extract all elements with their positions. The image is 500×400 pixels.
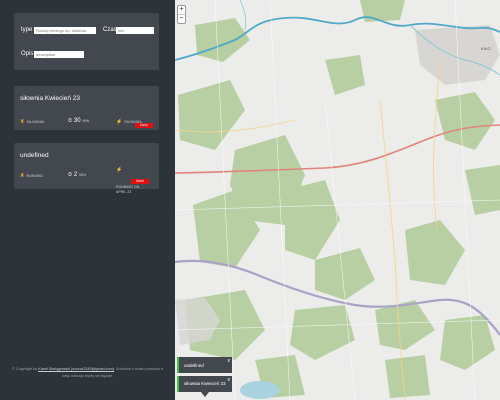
popup-text: siłownia Kwiecień 23 — [184, 381, 226, 386]
delete-workout-button[interactable]: Usuń — [135, 123, 153, 128]
map-tiles: KIKO — [175, 0, 500, 400]
workout-duration: ⏱ 30 MIN — [68, 117, 90, 124]
popup-close-button[interactable]: x — [228, 377, 231, 383]
workout-card[interactable]: siłownia Kwiecień 23 ♜ SIŁOWNIA ⏱ 30 MIN ⚡ S… — [14, 86, 159, 130]
delete-workout-button[interactable]: Usuń — [131, 179, 149, 184]
stopwatch-icon: ⏱ — [68, 171, 72, 178]
workout-form: type Czas Opis — [14, 13, 159, 70]
copyright-prefix: © Copyright by — [11, 367, 38, 371]
popup-close-button[interactable]: x — [228, 358, 231, 364]
map-popup[interactable]: siłownia Kwiecień 23 x — [177, 376, 232, 392]
map-popup[interactable]: undefined x — [177, 357, 232, 373]
type-input[interactable] — [34, 26, 96, 34]
sidebar: type Czas Opis siłownia Kwiecień 23 ♜SIŁ… — [0, 0, 175, 400]
author-link[interactable]: Kamil Szelągowski (szczur2345@gmail.com) — [38, 367, 114, 371]
zoom-in-button[interactable]: + — [178, 6, 185, 15]
lightning-bolt-icon: ⚡ — [116, 118, 123, 125]
workout-details: ♜ SIŁOWNIA ⏱ 30 MIN ⚡ SIŁOWNIA — [20, 113, 154, 129]
running-figure-icon: ♜ — [20, 172, 25, 179]
map-town-label: KIKO — [481, 46, 491, 51]
copyright-footer: © Copyright by Kamil Szelągowski (szczur… — [10, 366, 165, 379]
description-label: Opis — [21, 51, 34, 57]
popup-tip — [201, 392, 209, 397]
lightning-bolt-icon: ⚡ — [116, 167, 123, 173]
workout-description: ⚡RUNNING ON APRIL 23 — [116, 167, 140, 194]
workout-card[interactable]: undefined ♜ RUNNING ⏱ 2 MIN ⚡RUNNING ON APR… — [14, 143, 159, 194]
workout-title: siłownia Kwiecień 23 — [20, 95, 80, 102]
workout-type: ♜ SIŁOWNIA — [20, 118, 45, 125]
duration-input[interactable] — [116, 26, 154, 34]
duration-label: Czas — [103, 27, 117, 33]
zoom-out-button[interactable]: − — [178, 15, 185, 24]
workout-title: undefined — [20, 152, 49, 159]
zoom-control: + − — [177, 5, 186, 24]
running-figure-icon: ♜ — [20, 118, 25, 125]
popup-text: undefined — [184, 363, 204, 368]
stopwatch-icon: ⏱ — [68, 117, 72, 124]
workout-description: ⚡ SIŁOWNIA — [116, 118, 142, 125]
description-input[interactable] — [34, 50, 84, 58]
type-label: type — [21, 27, 33, 33]
workout-type: ♜ RUNNING — [20, 172, 44, 179]
map[interactable]: KIKO — [175, 0, 500, 400]
workout-duration: ⏱ 2 MIN — [68, 171, 86, 178]
